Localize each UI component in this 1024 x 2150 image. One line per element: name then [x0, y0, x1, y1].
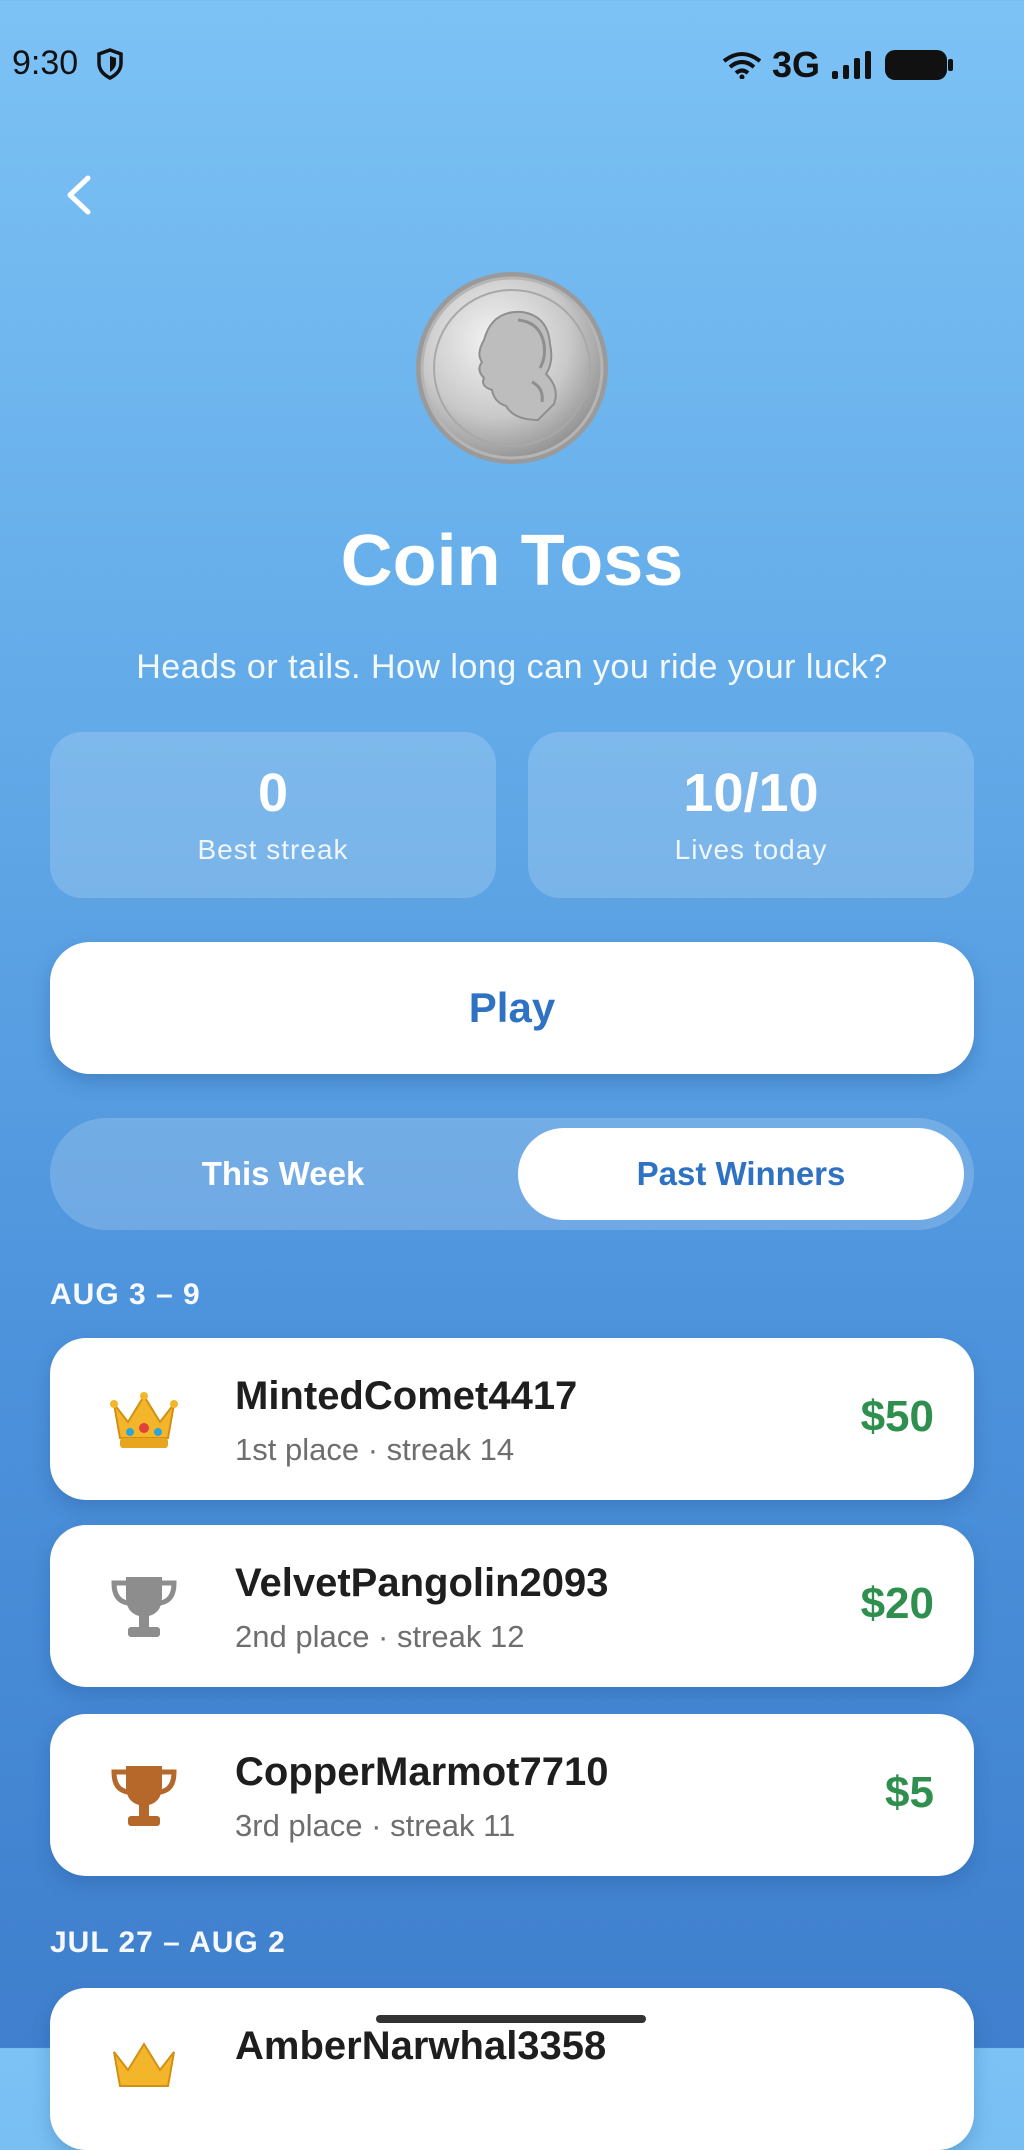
lives-today-card: 10/10 Lives today: [528, 732, 974, 898]
winner-detail: 3rd place · streak 11: [235, 1808, 516, 1843]
winner-card[interactable]: MintedComet4417 1st place · streak 14 $5…: [50, 1338, 974, 1500]
signal-icon: [832, 51, 871, 79]
game-title: Coin Toss: [340, 521, 684, 601]
best-streak-card: 0 Best streak: [50, 732, 496, 898]
winner-prize: $20: [860, 1579, 934, 1628]
crown-icon: [110, 1392, 178, 1448]
status-time: 9:30: [12, 44, 79, 82]
play-button[interactable]: Play: [50, 942, 974, 1074]
leaderboard-tabs: This Week Past Winners: [50, 1118, 974, 1230]
bronze-trophy-icon: [111, 1766, 177, 1826]
coin-image: [416, 272, 608, 464]
winner-detail: 2nd place · streak 12: [235, 1619, 525, 1654]
winner-prize: $5: [885, 1768, 934, 1817]
tab-this-week[interactable]: This Week: [60, 1128, 506, 1220]
week-header: JUL 27 – AUG 2: [50, 1926, 286, 1959]
crown-icon: [113, 2042, 175, 2087]
tab-past-winners[interactable]: Past Winners: [518, 1128, 964, 1220]
best-streak-value: 0: [257, 763, 289, 823]
battery-icon: [885, 50, 953, 80]
winner-name: AmberNarwhal3358: [235, 2024, 607, 2068]
status-bar: 9:30 3G: [0, 0, 1024, 128]
week-header: AUG 3 – 9: [50, 1278, 201, 1311]
status-icons: 3G: [722, 44, 954, 86]
home-indicator[interactable]: [376, 2015, 646, 2023]
best-streak-label: Best streak: [197, 834, 349, 865]
shield-icon: [97, 48, 123, 80]
winner-name: MintedComet4417: [235, 1374, 578, 1418]
game-subtitle: Heads or tails. How long can you ride yo…: [136, 648, 888, 686]
network-type: 3G: [771, 44, 820, 85]
silver-trophy-icon: [111, 1577, 177, 1637]
wifi-icon: [722, 52, 762, 79]
winner-name: CopperMarmot7710: [235, 1750, 609, 1794]
lives-today-value: 10/10: [683, 763, 819, 823]
winner-card[interactable]: VelvetPangolin2093 2nd place · streak 12…: [50, 1525, 974, 1687]
winner-name: VelvetPangolin2093: [235, 1561, 609, 1605]
winner-detail: 1st place · streak 14: [235, 1432, 515, 1467]
back-button[interactable]: [56, 170, 106, 220]
winner-card[interactable]: AmberNarwhal3358: [50, 1988, 974, 2150]
winner-prize: $50: [860, 1392, 934, 1441]
lives-today-label: Lives today: [674, 834, 828, 865]
winner-card[interactable]: CopperMarmot7710 3rd place · streak 11 $…: [50, 1714, 974, 1876]
